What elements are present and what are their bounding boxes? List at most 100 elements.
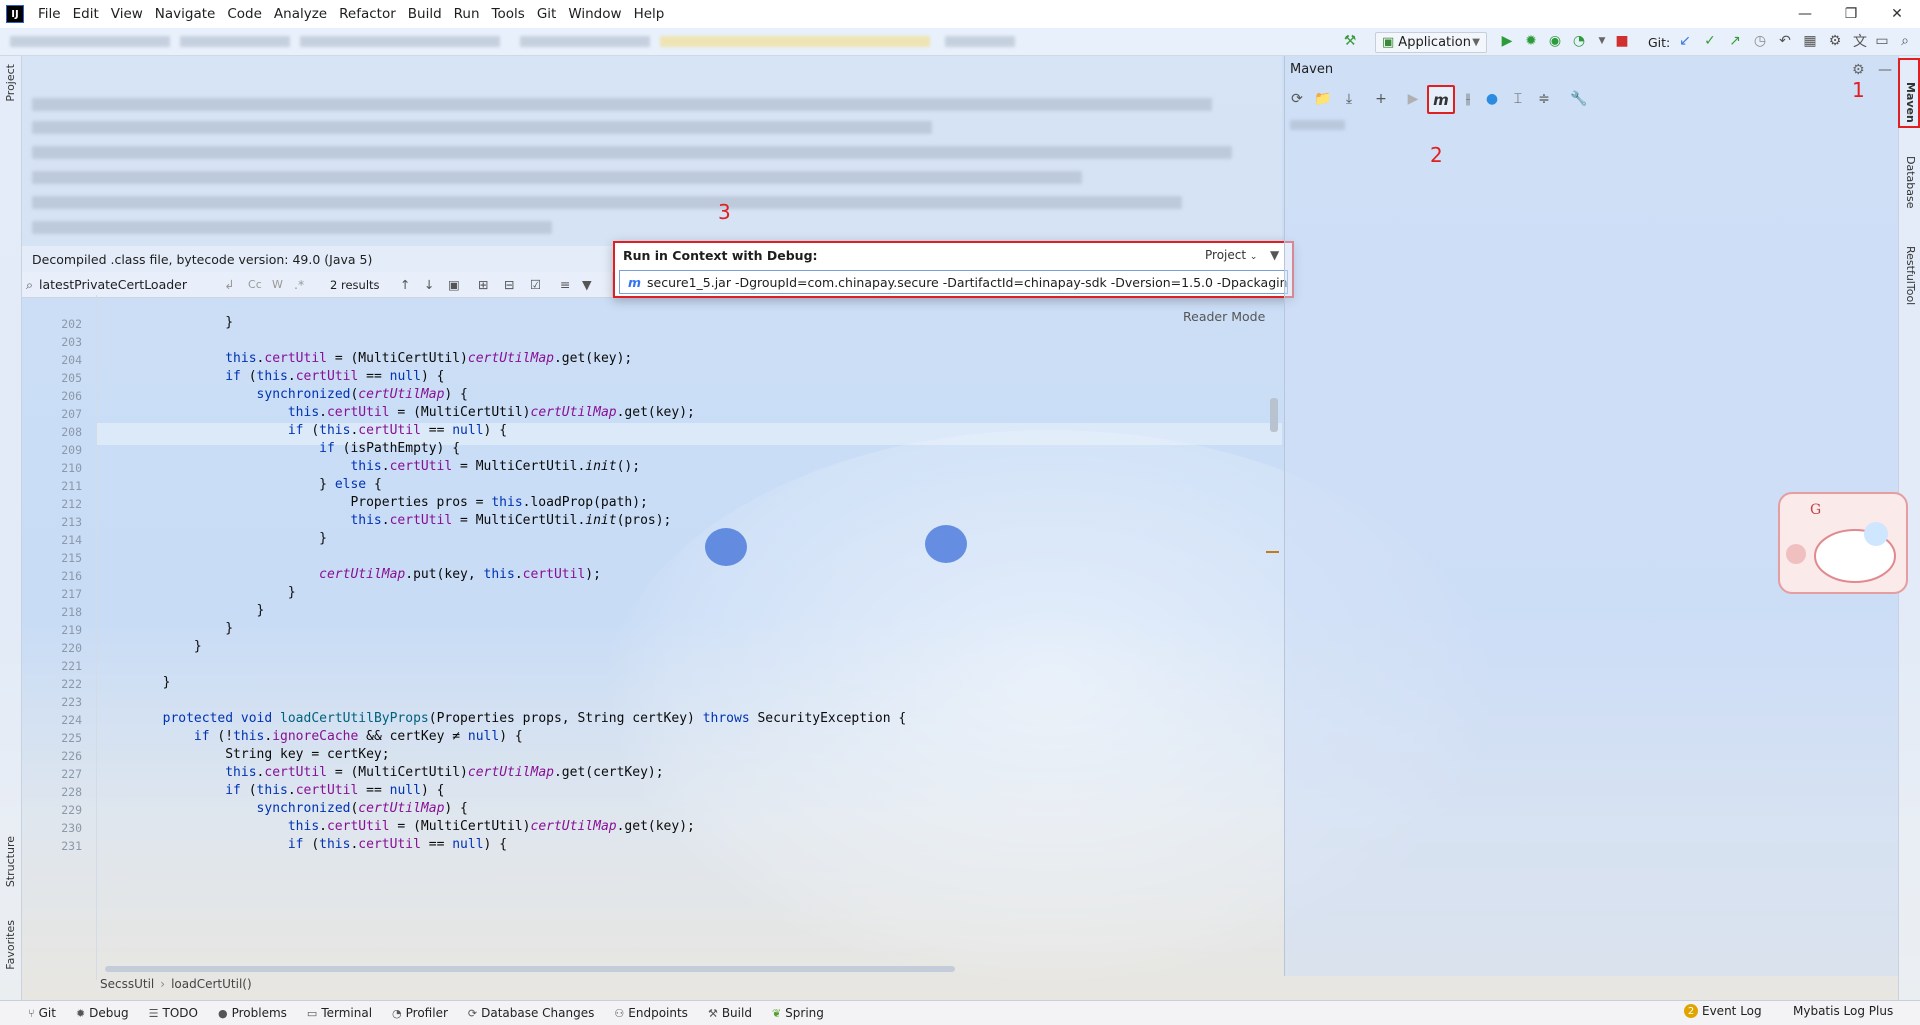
filter-options-icon[interactable]: ≡: [560, 277, 582, 292]
execute-maven-goal-button[interactable]: m: [1427, 85, 1455, 114]
close-window-button[interactable]: ✕: [1874, 0, 1920, 28]
terminal-tab[interactable]: ▭ Terminal: [297, 1006, 382, 1020]
remove-occurrence-icon[interactable]: ⊟: [504, 277, 530, 292]
event-log-tab[interactable]: 2 Event Log: [1684, 1004, 1762, 1018]
presentation-icon[interactable]: ▭: [1872, 31, 1892, 51]
reload-icon[interactable]: ⟳: [1286, 88, 1308, 110]
menu-file[interactable]: File: [32, 0, 67, 28]
menu-tools[interactable]: Tools: [486, 0, 531, 28]
menu-refactor[interactable]: Refactor: [333, 0, 402, 28]
regex-icon[interactable]: .*: [294, 277, 330, 292]
editor-scrollbar-thumb[interactable]: [1270, 398, 1278, 432]
code-line: this.certUtil = (MultiCertUtil)certUtilM…: [225, 765, 664, 780]
maximize-button[interactable]: ❐: [1828, 0, 1874, 28]
add-occurrence-icon[interactable]: ⊞: [478, 277, 504, 292]
project-structure-icon[interactable]: ▦: [1800, 31, 1820, 51]
collapse-all-icon[interactable]: ≑: [1533, 88, 1555, 110]
build-tab[interactable]: ⚒ Build: [698, 1006, 762, 1020]
horizontal-scrollbar[interactable]: [105, 966, 955, 972]
show-dependencies-icon[interactable]: ⌶: [1507, 88, 1529, 110]
project-tab[interactable]: Project: [4, 64, 17, 102]
menu-build[interactable]: Build: [402, 0, 448, 28]
wrench-icon[interactable]: 🔧: [1568, 88, 1590, 110]
toggle-offline-icon[interactable]: ⫲: [1457, 88, 1479, 110]
select-all-occurrences-icon[interactable]: ☑: [530, 277, 560, 292]
git-commit-icon[interactable]: ✓: [1700, 31, 1720, 51]
git-tab[interactable]: ⑂ Git: [0, 1006, 66, 1020]
left-tool-stripe: Project Structure Favorites: [0, 56, 22, 1001]
endpoints-tab[interactable]: ⚇ Endpoints: [604, 1006, 698, 1020]
error-stripe-marker[interactable]: [1266, 551, 1279, 553]
menu-view[interactable]: View: [105, 0, 149, 28]
rollback-icon[interactable]: ↶: [1775, 31, 1795, 51]
menu-navigate[interactable]: Navigate: [149, 0, 222, 28]
find-input[interactable]: latestPrivateCertLoader: [39, 277, 224, 292]
spring-tab-label: Spring: [785, 1006, 824, 1020]
stop-icon[interactable]: ■: [1612, 31, 1632, 51]
history-icon[interactable]: ◷: [1750, 31, 1770, 51]
next-occurrence-icon[interactable]: ↓: [424, 277, 448, 292]
breadcrumb-class[interactable]: SecssUtil: [100, 977, 154, 991]
line-number: 211: [61, 479, 82, 493]
menu-run[interactable]: Run: [448, 0, 486, 28]
menu-git[interactable]: Git: [531, 0, 563, 28]
add-folder-icon[interactable]: 📁: [1312, 88, 1334, 110]
gear-icon[interactable]: ⚙: [1852, 62, 1865, 78]
download-icon[interactable]: ⤓: [1338, 88, 1360, 110]
line-number: 205: [61, 371, 82, 385]
match-case-icon[interactable]: Cc: [248, 278, 272, 291]
profile-icon[interactable]: ◔: [1569, 31, 1589, 51]
scope-select[interactable]: Project ⌄: [1205, 248, 1257, 262]
maven-command-input[interactable]: m secure1_5.jar -DgroupId=com.chinapay.s…: [619, 270, 1288, 294]
settings-icon[interactable]: ⚙: [1825, 31, 1845, 51]
code-line: certUtilMap.put(key, this.certUtil);: [319, 567, 601, 582]
favorites-tab[interactable]: Favorites: [4, 920, 17, 970]
minimize-button[interactable]: —: [1782, 0, 1828, 28]
menu-analyze[interactable]: Analyze: [268, 0, 333, 28]
run-icon[interactable]: ▶: [1497, 31, 1517, 51]
line-number: 209: [61, 443, 82, 457]
search-everywhere-icon[interactable]: ⌕: [1895, 31, 1915, 51]
line-number: 227: [61, 767, 82, 781]
profiler-tab[interactable]: ◔ Profiler: [382, 1006, 458, 1020]
filter-icon[interactable]: ▼: [1270, 248, 1279, 262]
build-hammer-icon[interactable]: ⚒: [1340, 31, 1360, 51]
menu-help[interactable]: Help: [628, 0, 671, 28]
restfultool-tab[interactable]: RestfulTool: [1904, 246, 1917, 305]
menu-code[interactable]: Code: [221, 0, 268, 28]
sticker-illustration: G: [1786, 502, 1896, 583]
mybatis-log-tab[interactable]: Mybatis Log Plus: [1793, 1004, 1893, 1018]
code-editor[interactable]: } this.certUtil = (MultiCertUtil)certUti…: [100, 295, 1270, 980]
breadcrumb-method[interactable]: loadCertUtil(): [171, 977, 252, 991]
add-icon[interactable]: +: [1370, 88, 1392, 110]
words-icon[interactable]: W: [272, 278, 294, 291]
problems-tab[interactable]: ● Problems: [208, 1006, 297, 1020]
code-line: this.certUtil = (MultiCertUtil)certUtilM…: [287, 819, 695, 834]
hide-panel-icon[interactable]: —: [1878, 62, 1892, 78]
previous-occurrence-icon[interactable]: ↑: [400, 277, 424, 292]
git-push-icon[interactable]: ↗: [1725, 31, 1745, 51]
newline-icon[interactable]: ↲: [224, 277, 248, 292]
run-icon[interactable]: ▶: [1402, 88, 1424, 110]
database-tab[interactable]: Database: [1904, 156, 1917, 209]
run-configuration-select[interactable]: ▣ Application ▼: [1375, 32, 1487, 53]
debug-tab[interactable]: ✹ Debug: [66, 1006, 139, 1020]
search-results-count: 2 results: [330, 277, 380, 292]
menu-window[interactable]: Window: [562, 0, 627, 28]
skip-tests-icon[interactable]: ●: [1481, 88, 1503, 110]
structure-tab[interactable]: Structure: [4, 836, 17, 887]
select-all-icon[interactable]: ▣: [448, 277, 478, 292]
translate-icon[interactable]: 文: [1850, 31, 1870, 51]
line-number: 224: [61, 713, 82, 727]
git-update-icon[interactable]: ↙: [1675, 31, 1695, 51]
filter-icon[interactable]: ▼: [582, 277, 602, 292]
good-night-sticker: G: [1778, 492, 1908, 594]
spring-tab[interactable]: ❦ Spring: [762, 1006, 834, 1020]
chevron-down-icon[interactable]: ▼: [1592, 31, 1612, 51]
database-changes-tab[interactable]: ⟳ Database Changes: [458, 1006, 605, 1020]
todo-tab[interactable]: ☰ TODO: [139, 1006, 208, 1020]
menu-edit[interactable]: Edit: [67, 0, 105, 28]
editor-tabs-area: [22, 56, 1282, 246]
coverage-icon[interactable]: ◉: [1545, 31, 1565, 51]
debug-icon[interactable]: ✹: [1521, 31, 1541, 51]
